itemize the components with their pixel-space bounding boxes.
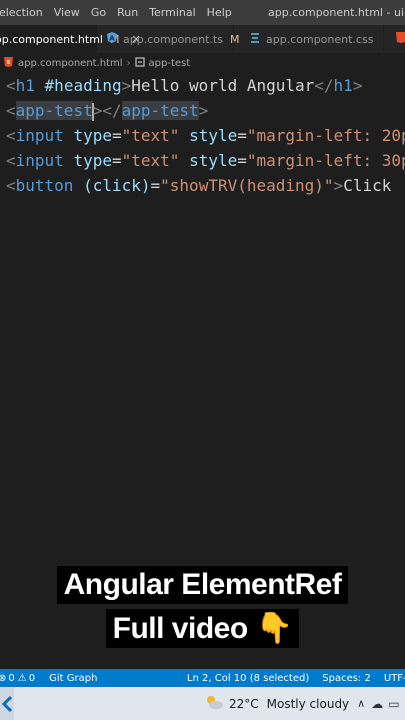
code-tag: h1 — [15, 76, 35, 95]
code-string: "margin-left: 20px" — [246, 126, 405, 145]
tab-app-component-css[interactable]: app.component.css — [234, 25, 384, 53]
tab-label: app.component.ts — [123, 32, 223, 46]
code-attr: style — [189, 126, 238, 145]
tab-app-component-html[interactable]: app.component.html M ✕ — [0, 25, 141, 53]
element-tag-icon — [134, 56, 145, 70]
cloud-icon[interactable]: ☁ — [371, 697, 383, 711]
breadcrumb: 5 app.component.html › app-test — [0, 53, 405, 73]
angular-icon: A — [107, 32, 117, 46]
caption-text: Angular ElementRef — [56, 566, 349, 604]
editor-tabs: app.component.html M ✕ A app.component.t… — [0, 25, 405, 53]
warnings-count[interactable]: 0 — [29, 673, 35, 684]
chevron-right-icon: › — [126, 57, 131, 69]
code-tag-selected: app-test — [15, 101, 93, 120]
code-attr: #heading — [44, 76, 122, 95]
weather-text[interactable]: Mostly cloudy — [267, 697, 350, 711]
status-bar: ⊗ 0 ⚠ 0 Git Graph Ln 2, Col 10 (8 select… — [0, 669, 405, 687]
encoding[interactable]: UTF-8 — [384, 673, 405, 684]
temperature[interactable]: 22°C — [229, 697, 259, 711]
tab-label: app.component.html — [0, 32, 103, 46]
caption-line-1: Angular ElementRef — [0, 566, 405, 604]
chevron-up-icon[interactable]: ∧ — [357, 697, 365, 710]
tab-overflow[interactable] — [384, 25, 405, 53]
menu-go[interactable]: Go — [91, 6, 106, 19]
tab-app-component-ts[interactable]: A app.component.ts M — [97, 25, 239, 53]
menu-help[interactable]: Help — [207, 6, 232, 19]
problems-count[interactable]: 0 — [8, 673, 14, 684]
caption-line-2: Full video 👇 — [0, 609, 405, 648]
code-string: "text" — [121, 126, 180, 145]
code-attr: (click) — [83, 176, 151, 195]
window-title: app.component.html - ui-gems — [268, 6, 405, 19]
html-file-icon — [396, 32, 405, 46]
git-graph-button[interactable]: Git Graph — [49, 673, 97, 684]
breadcrumb-node[interactable]: app-test — [149, 58, 191, 69]
code-tag: input — [15, 126, 64, 145]
caption-text: Full video 👇 — [105, 609, 300, 648]
code-string: "showTRV(heading)" — [160, 176, 334, 195]
html-file-icon: 5 — [4, 56, 13, 70]
menu-run[interactable]: Run — [117, 6, 138, 19]
menu-terminal[interactable]: Terminal — [149, 6, 196, 19]
cursor-position[interactable]: Ln 2, Col 10 (8 selected) — [187, 673, 309, 684]
breadcrumb-file[interactable]: app.component.html — [18, 58, 123, 69]
css-file-icon — [250, 32, 260, 46]
menu-bar: Selection View Go Run Terminal Help app.… — [0, 0, 405, 25]
menu-selection[interactable]: Selection — [0, 6, 43, 19]
indentation[interactable]: Spaces: 2 — [322, 673, 371, 684]
code-tag: button — [15, 176, 74, 195]
error-icon: ⊗ — [0, 672, 7, 684]
warning-icon: ⚠ — [17, 672, 27, 684]
code-attr: style — [189, 151, 238, 170]
code-line-3: <input type="text" style="margin-left: 2… — [0, 123, 405, 148]
vscode-taskbar-icon[interactable] — [0, 687, 14, 720]
svg-text:5: 5 — [7, 60, 11, 66]
code-text: Hello world Angular — [131, 76, 315, 95]
taskbar: 22°C Mostly cloudy ∧ ☁ ▭ — [0, 687, 405, 720]
code-attr: type — [73, 126, 112, 145]
tab-label: app.component.css — [266, 32, 374, 46]
code-line-1: <h1 #heading>Hello world Angular</h1> — [6, 76, 363, 95]
code-line-2: <app-test></app-test> — [6, 101, 209, 121]
weather-icon — [204, 694, 224, 714]
svg-text:A: A — [109, 35, 115, 43]
code-string: "margin-left: 30px" — [246, 151, 405, 170]
code-text: Click — [343, 176, 392, 195]
code-line-4: <input type="text" style="margin-left: 3… — [0, 148, 405, 173]
code-line-5: <button (click)="showTRV(heading)">Click — [6, 176, 392, 195]
code-tag: input — [15, 151, 64, 170]
code-attr: type — [73, 151, 112, 170]
code-tag: h1 — [333, 76, 353, 95]
network-icon[interactable]: ▭ — [388, 697, 399, 711]
menu-view[interactable]: View — [54, 6, 80, 19]
code-tag-selected: app-test — [121, 101, 199, 120]
code-string: "text" — [121, 151, 180, 170]
